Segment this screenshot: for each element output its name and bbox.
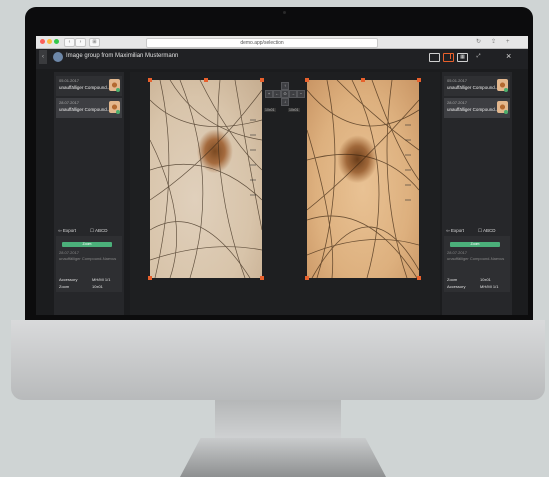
maximize-window-icon[interactable] [54, 39, 59, 44]
pan-up-button[interactable]: ↑ [281, 82, 289, 90]
stat-label: Zoom [59, 284, 70, 289]
new-tab-icon[interactable]: + [506, 38, 510, 46]
zoom-level-right: 10x01 [288, 108, 300, 112]
stat-value: MH/MI 1/1 [92, 277, 111, 282]
info-box: Zoom 28.07.2017 unauffälliger Compound-N… [56, 236, 122, 292]
single-view-icon[interactable] [429, 53, 440, 62]
left-panel: 05.01.2017 unauffälliger Compound... 28.… [54, 72, 124, 315]
info-row: unauffälliger Compound-Naevus [447, 256, 505, 261]
zoom-out-button[interactable]: − [297, 90, 305, 98]
collapse-sidebar-button[interactable]: ‹ [39, 50, 47, 64]
monitor-neck [215, 400, 341, 440]
selection-handle[interactable] [361, 78, 365, 82]
dermoscopy-image-right[interactable] [307, 80, 419, 278]
export-button[interactable]: ⇦ Export [446, 228, 464, 234]
zoom-button[interactable]: Zoom [450, 242, 500, 247]
status-badge [504, 88, 508, 92]
share-icon[interactable]: ⇪ [491, 38, 496, 46]
center-button[interactable]: ⊙ [281, 90, 289, 98]
close-window-icon[interactable] [40, 39, 45, 44]
card-date: 28.07.2017 [447, 100, 468, 105]
card-name: unauffälliger Compound... [59, 85, 111, 90]
info-row: 28.07.2017 [447, 250, 468, 255]
zoom-level-left: 10x01 [264, 108, 276, 112]
abcd-toggle[interactable]: ☐ ABCD [90, 228, 108, 234]
hair-overlay [307, 80, 419, 278]
selection-handle[interactable] [417, 78, 421, 82]
image-card[interactable]: 05.01.2017 unauffälliger Compound... [444, 76, 510, 96]
screen: ‹ › ⊞ demo.app/selection ↻ ⇪ + ‹ Image g… [36, 36, 528, 315]
zoom-in-button[interactable]: + [265, 90, 273, 98]
stat-label: Zoom [447, 277, 458, 282]
pan-left-button[interactable]: ← [273, 90, 281, 98]
selection-handle[interactable] [260, 276, 264, 280]
back-button[interactable]: ‹ [64, 38, 75, 47]
browser-toolbar: ‹ › ⊞ demo.app/selection ↻ ⇪ + [36, 36, 528, 49]
stat-value: MH/MI 1/1 [480, 284, 499, 289]
stat-label: Accessory [447, 284, 466, 289]
card-name: unauffälliger Compound... [447, 107, 499, 112]
card-date: 28.07.2017 [59, 100, 80, 105]
dermoscopy-image-left[interactable] [150, 80, 262, 278]
minimize-window-icon[interactable] [47, 39, 52, 44]
compare-view-icon[interactable] [443, 53, 454, 62]
image-card-selected[interactable]: 28.07.2017 unauffälliger Compound... [56, 98, 122, 118]
selection-handle[interactable] [417, 276, 421, 280]
tabs-icon[interactable]: ⊞ [89, 38, 100, 47]
monitor-chin [11, 320, 545, 400]
zoom-button[interactable]: Zoom [62, 242, 112, 247]
image-viewer: ↑ ← ⊙ → ↓ + − 10x01 10x01 [130, 72, 440, 315]
page-title: Image group from Maximilian Mustermann [66, 53, 179, 59]
selection-handle[interactable] [148, 78, 152, 82]
stat-value: 10x01 [92, 284, 103, 289]
app-header [36, 49, 528, 69]
export-label: Export [451, 228, 465, 233]
card-date: 05.01.2017 [447, 78, 468, 83]
status-badge [504, 110, 508, 114]
selection-handle[interactable] [204, 78, 208, 82]
export-button[interactable]: ⇦ Export [58, 228, 76, 234]
stat-value: 10x01 [480, 277, 491, 282]
pan-down-button[interactable]: ↓ [281, 98, 289, 106]
stat-label: Accessory [59, 277, 78, 282]
pan-right-button[interactable]: → [289, 90, 297, 98]
status-badge [116, 110, 120, 114]
image-card-selected[interactable]: 28.07.2017 unauffälliger Compound... [444, 98, 510, 118]
forward-button[interactable]: › [75, 38, 86, 47]
grid-view-icon[interactable]: ▦ [457, 53, 468, 62]
avatar [53, 52, 63, 62]
abcd-label: ABCD [95, 228, 108, 233]
info-row: unauffälliger Compound-Naevus [59, 256, 117, 261]
export-label: Export [63, 228, 77, 233]
selection-handle[interactable] [260, 78, 264, 82]
abcd-toggle[interactable]: ☐ ABCD [478, 228, 496, 234]
selection-handle[interactable] [148, 276, 152, 280]
selection-handle[interactable] [305, 276, 309, 280]
card-name: unauffälliger Compound... [59, 107, 111, 112]
image-card[interactable]: 05.01.2017 unauffälliger Compound... [56, 76, 122, 96]
reload-icon[interactable]: ↻ [476, 38, 481, 46]
status-badge [116, 88, 120, 92]
fullscreen-icon[interactable]: ⤢ [474, 53, 483, 60]
card-date: 05.01.2017 [59, 78, 80, 83]
abcd-label: ABCD [483, 228, 496, 233]
hair-overlay [150, 80, 262, 278]
info-box: Zoom 28.07.2017 unauffälliger Compound-N… [444, 236, 510, 292]
info-row: 28.07.2017 [59, 250, 80, 255]
card-name: unauffälliger Compound... [447, 85, 499, 90]
close-icon[interactable]: × [506, 51, 511, 61]
right-panel: 05.01.2017 unauffälliger Compound... 28.… [442, 72, 512, 315]
selection-handle[interactable] [305, 78, 309, 82]
camera-dot [283, 11, 286, 14]
address-bar[interactable]: demo.app/selection [146, 38, 378, 48]
monitor-stand [180, 438, 386, 477]
